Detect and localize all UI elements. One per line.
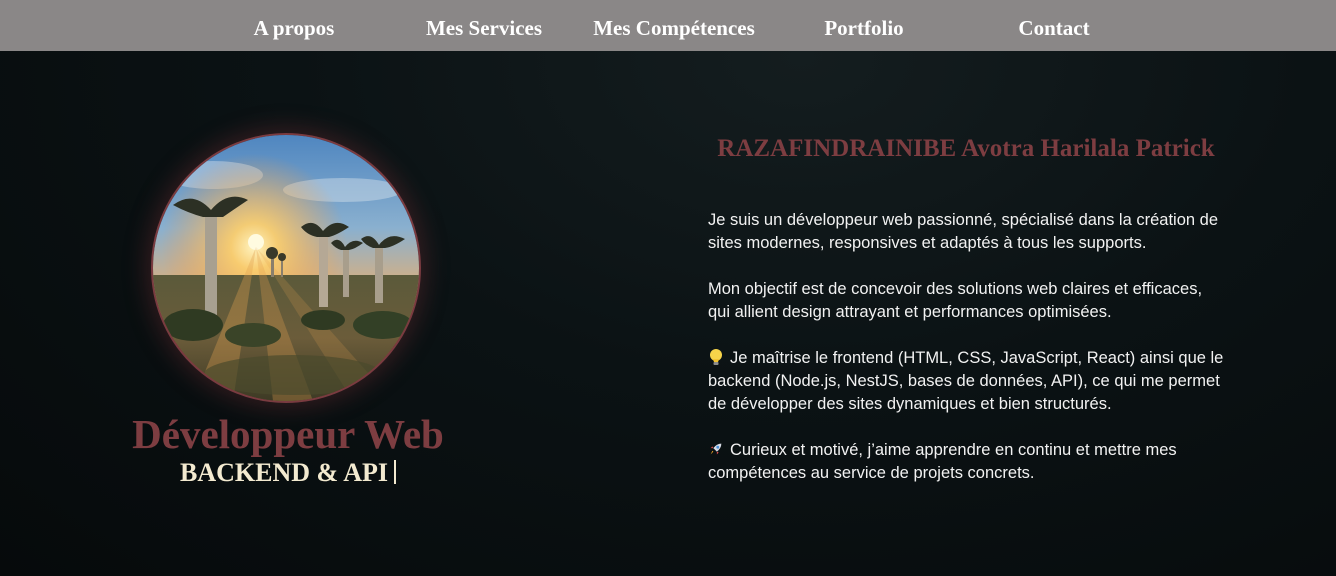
profile-name-heading: RAZAFINDRAINIBE Avotra Harilala Patrick xyxy=(717,135,1215,162)
typing-cursor xyxy=(394,460,396,484)
hero-subtitle-text: BACKEND & API xyxy=(179,458,388,487)
bio-paragraph-text: Je maîtrise le frontend (HTML, CSS, Java… xyxy=(708,349,1224,413)
hero-title: Développeur Web xyxy=(132,411,444,457)
lightbulb-icon xyxy=(710,349,722,365)
bio-paragraph-text: Curieux et motivé, j’aime apprendre en c… xyxy=(708,441,1177,482)
hero-subtitle: BACKEND & API xyxy=(88,458,488,488)
bio-paragraph: Mon objectif est de concevoir des soluti… xyxy=(708,278,1228,324)
nav-link-competences[interactable]: Mes Compétences xyxy=(579,0,769,51)
bio-paragraph-text: Mon objectif est de concevoir des soluti… xyxy=(708,280,1203,321)
nav-link-portfolio[interactable]: Portfolio xyxy=(784,0,944,51)
bio-paragraph: Curieux et motivé, j’aime apprendre en c… xyxy=(708,439,1228,485)
bio-paragraph: Je maîtrise le frontend (HTML, CSS, Java… xyxy=(708,347,1228,416)
nav-link-contact[interactable]: Contact xyxy=(974,0,1134,51)
nav-link-apropos[interactable]: A propos xyxy=(214,0,374,51)
bio-paragraph-text: Je suis un développeur web passionné, sp… xyxy=(708,211,1218,252)
rocket-icon xyxy=(710,443,722,455)
profile-avatar xyxy=(151,133,421,403)
bio-section: Je suis un développeur web passionné, sp… xyxy=(708,209,1228,508)
baobab-sunset-photo xyxy=(153,135,419,401)
bio-paragraph: Je suis un développeur web passionné, sp… xyxy=(708,209,1228,255)
nav-link-services[interactable]: Mes Services xyxy=(404,0,564,51)
top-navbar: A propos Mes Services Mes Compétences Po… xyxy=(0,0,1336,51)
